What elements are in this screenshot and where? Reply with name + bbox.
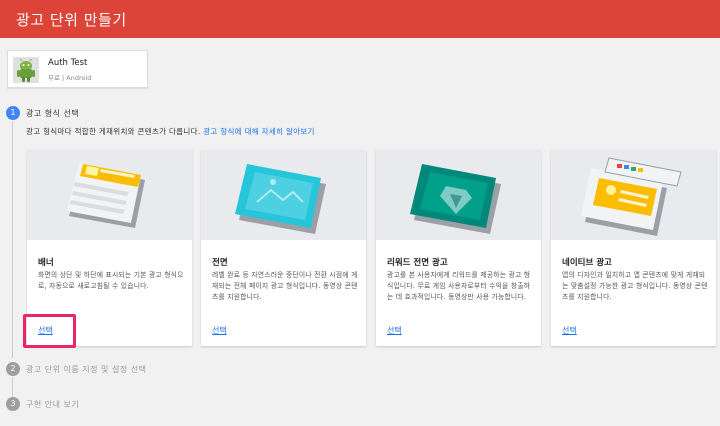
card-title: 전면 bbox=[212, 258, 228, 268]
card-description: 화면의 상단 및 하단에 표시되는 기본 광고 형식으로, 자동으로 새로고침될… bbox=[38, 271, 184, 290]
ad-format-card-native: 네이티브 광고 앱의 디자인과 일치하고 앱 콘텐츠에 맞게 게재되는 맞춤설정… bbox=[551, 150, 716, 346]
step-1-description: 광고 형식마다 적합한 게재위치와 콘텐츠가 다릅니다. 광고 형식에 대해 자… bbox=[26, 126, 315, 137]
step-3-indicator: 3 bbox=[6, 397, 20, 411]
select-rewarded-button[interactable]: 선택 bbox=[387, 325, 402, 336]
step-connector bbox=[12, 121, 13, 358]
card-title: 네이티브 광고 bbox=[562, 258, 612, 268]
ad-format-card-rewarded: 리워드 전면 광고 광고를 본 사용자에게 리워드를 제공하는 광고 형식입니다… bbox=[376, 150, 541, 346]
rewarded-illustration bbox=[376, 150, 541, 240]
app-summary-card[interactable]: Auth Test 무료 | Android bbox=[7, 50, 148, 88]
step-1-title: 광고 형식 선택 bbox=[26, 109, 80, 118]
card-title: 리워드 전면 광고 bbox=[387, 258, 448, 268]
app-meta: 무료 | Android bbox=[48, 74, 92, 82]
step-3-title: 구현 안내 보기 bbox=[26, 400, 80, 409]
step-1-indicator: 1 bbox=[6, 106, 20, 120]
card-title: 배너 bbox=[38, 258, 54, 268]
interstitial-illustration bbox=[201, 150, 366, 240]
select-highlight-box bbox=[23, 314, 76, 348]
step-1-description-text: 광고 형식마다 적합한 게재위치와 콘텐츠가 다릅니다. bbox=[26, 127, 201, 136]
learn-ad-formats-link[interactable]: 광고 형식에 대해 자세히 알아보기 bbox=[203, 127, 315, 136]
card-description: 레벨 완료 등 자연스러운 중단이나 전환 시점에 게재되는 전체 페이지 광고… bbox=[212, 271, 358, 301]
app-header: 광고 단위 만들기 bbox=[0, 0, 720, 38]
select-interstitial-button[interactable]: 선택 bbox=[212, 325, 227, 336]
step-connector bbox=[12, 377, 13, 397]
ad-format-card-interstitial: 전면 레벨 완료 등 자연스러운 중단이나 전환 시점에 게재되는 전체 페이지… bbox=[201, 150, 366, 346]
android-app-icon bbox=[13, 57, 39, 83]
step-2-indicator: 2 bbox=[6, 362, 20, 376]
select-native-button[interactable]: 선택 bbox=[562, 325, 577, 336]
card-description: 광고를 본 사용자에게 리워드를 제공하는 광고 형식입니다. 무료 게임 사용… bbox=[387, 271, 531, 301]
app-name: Auth Test bbox=[48, 58, 88, 68]
step-2-title: 광고 단위 이름 지정 및 설정 선택 bbox=[26, 365, 147, 374]
native-illustration bbox=[551, 150, 716, 240]
page-title: 광고 단위 만들기 bbox=[16, 11, 127, 29]
card-description: 앱의 디자인과 일치하고 앱 콘텐츠에 맞게 게재되는 맞춤설정 가능한 광고 … bbox=[562, 271, 708, 301]
banner-illustration bbox=[27, 150, 192, 240]
